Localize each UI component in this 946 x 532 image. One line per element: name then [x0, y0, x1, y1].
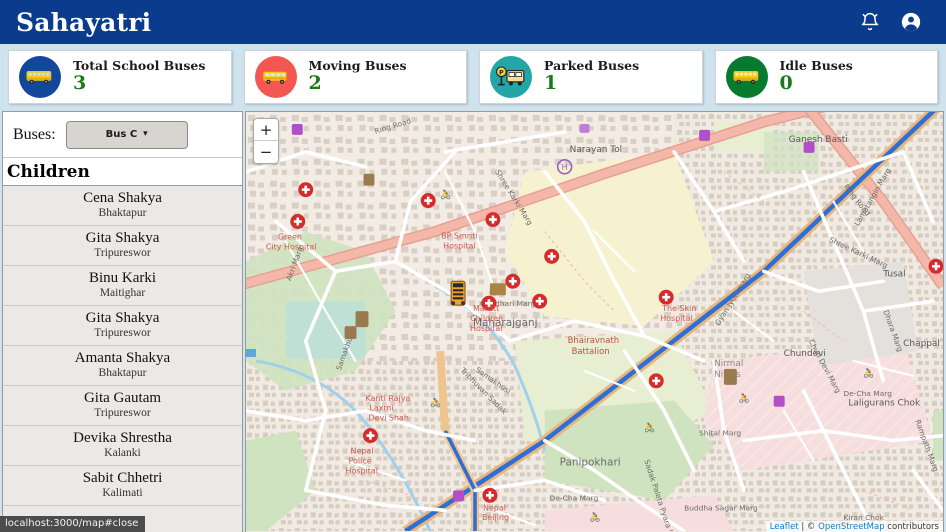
- openstreetmap-link[interactable]: OpenStreetMap: [818, 522, 884, 532]
- stat-card-text: Idle Buses 0: [779, 57, 853, 96]
- map-zoom-controls[interactable]: + −: [253, 118, 279, 164]
- stat-card-text: Parked Buses 1: [544, 57, 640, 96]
- children-sidebar: Buses: Bus C ▾ Children Cena Shakya Bhak…: [2, 111, 243, 532]
- bus-select-dropdown[interactable]: Bus C ▾: [65, 120, 188, 149]
- child-name: Sabit Chhetri: [82, 470, 163, 487]
- stat-card-parked-buses[interactable]: P Parked Buses 1: [479, 50, 703, 104]
- attribution-suffix: contributors: [884, 522, 939, 532]
- child-name: Gita Shakya: [85, 230, 160, 247]
- stat-card-text: Moving Buses 2: [308, 57, 407, 96]
- stat-card-total-school-buses[interactable]: Total School Buses 3: [8, 50, 232, 104]
- child-name: Cena Shakya: [83, 190, 162, 207]
- stat-card-moving-buses[interactable]: Moving Buses 2: [243, 50, 467, 104]
- app-brand-title: Sahayatri: [16, 7, 152, 37]
- stat-cards: Total School Buses 3 Moving Buses 2 P Pa…: [0, 44, 946, 111]
- zoom-in-button[interactable]: +: [254, 119, 278, 141]
- main-body: Buses: Bus C ▾ Children Cena Shakya Bhak…: [0, 111, 946, 532]
- child-address: Bhaktapur: [98, 207, 147, 220]
- stat-card-title: Idle Buses: [779, 57, 853, 73]
- children-heading: Children: [3, 158, 242, 186]
- svg-text:P: P: [499, 69, 504, 77]
- stat-card-value: 2: [308, 72, 322, 95]
- attribution-separator: | ©: [798, 522, 819, 532]
- list-item[interactable]: Gita Shakya Tripureswor: [3, 226, 242, 266]
- child-address: Maitighar: [99, 287, 146, 300]
- app-header: Sahayatri: [0, 0, 946, 44]
- list-item[interactable]: Gita Shakya Tripureswor: [3, 306, 242, 346]
- bell-icon[interactable]: [860, 12, 880, 32]
- header-actions: [860, 11, 930, 33]
- map-attribution: Leaflet | © OpenStreetMap contributors: [765, 521, 943, 532]
- child-address: Bhaktapur: [98, 367, 147, 380]
- parked-bus-icon: P: [490, 56, 532, 98]
- moving-bus-icon: [254, 56, 297, 98]
- leaflet-link[interactable]: Leaflet: [770, 522, 799, 532]
- child-name: Amanta Shakya: [74, 350, 171, 367]
- bus-selector-label: Buses:: [13, 125, 56, 143]
- list-item[interactable]: Sabit Chhetri Kalimati: [3, 466, 242, 506]
- stat-card-title: Parked Buses: [544, 57, 640, 73]
- child-address: Kalanki: [104, 447, 141, 460]
- bus-select-value: Bus C: [105, 129, 138, 140]
- stat-card-value: 3: [73, 72, 87, 95]
- list-item[interactable]: Devika Shrestha Kalanki: [3, 426, 242, 466]
- list-item[interactable]: Amanta Shakya Bhaktapur: [3, 346, 242, 386]
- child-address: Tripureswor: [94, 327, 151, 340]
- child-address: Tripureswor: [94, 247, 151, 260]
- stat-card-value: 1: [544, 72, 558, 95]
- browser-status-bar: localhost:3000/map#close: [0, 516, 146, 532]
- chevron-down-icon: ▾: [143, 128, 148, 139]
- stat-card-idle-buses[interactable]: Idle Buses 0: [714, 50, 938, 104]
- child-name: Devika Shrestha: [73, 430, 172, 447]
- stat-card-text: Total School Buses 3: [73, 57, 206, 96]
- account-circle-icon[interactable]: [900, 11, 922, 33]
- stat-card-value: 0: [779, 72, 793, 95]
- list-item[interactable]: Cena Shakya Bhaktapur: [3, 186, 242, 226]
- list-item[interactable]: Gita Gautam Tripureswor: [3, 386, 242, 426]
- children-list[interactable]: Cena Shakya Bhaktapur Gita Shakya Tripur…: [3, 186, 242, 532]
- stat-card-title: Moving Buses: [308, 57, 407, 73]
- child-name: Binu Karki: [88, 270, 157, 287]
- map-tiles[interactable]: [246, 112, 943, 532]
- child-address: Kalimati: [102, 487, 143, 500]
- app-root: Sahayatri Total School Buses 3 Moving Bu…: [0, 0, 946, 532]
- school-bus-icon: [19, 56, 61, 98]
- child-name: Gita Shakya: [85, 310, 160, 327]
- list-item[interactable]: Binu Karki Maitighar: [3, 266, 242, 306]
- child-name: Gita Gautam: [83, 390, 162, 407]
- bus-selector-row: Buses: Bus C ▾: [3, 112, 242, 158]
- idle-bus-icon: [725, 56, 768, 98]
- zoom-out-button[interactable]: −: [254, 141, 278, 163]
- leaflet-map[interactable]: Ring Road Ring Road Akri Marg Samakhusi …: [245, 111, 944, 532]
- stat-card-title: Total School Buses: [73, 57, 206, 73]
- child-address: Tripureswor: [94, 407, 151, 420]
